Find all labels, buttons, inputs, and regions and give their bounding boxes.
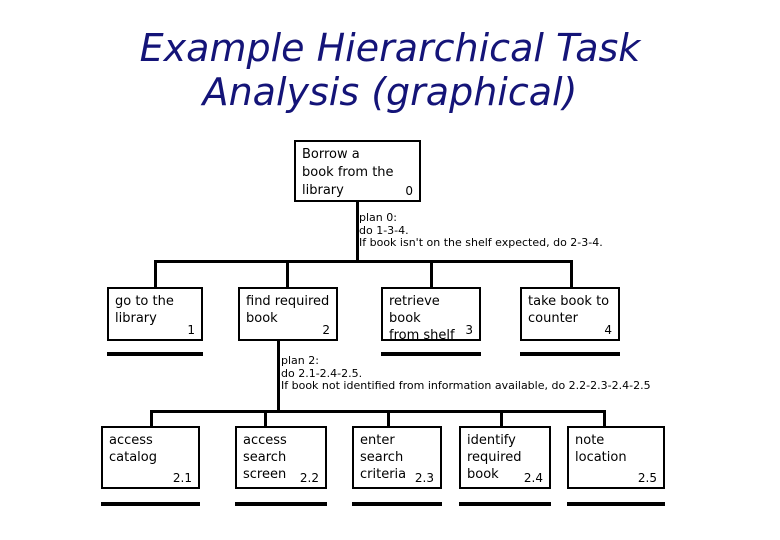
task-node-0[interactable]: Borrow a book from the library 0 xyxy=(294,140,421,202)
terminal-underline-node-2-3 xyxy=(352,502,442,506)
task-node-4[interactable]: take book to counter 4 xyxy=(520,287,620,341)
task-node-0-line-3: library xyxy=(302,183,344,198)
terminal-underline-node-2-1 xyxy=(101,502,200,506)
page-title-line-2: Analysis (graphical) xyxy=(202,70,578,114)
task-node-2-2[interactable]: access search screen 2.2 xyxy=(235,426,327,489)
task-node-2-4-number: 2.4 xyxy=(523,471,543,485)
task-node-2-line-1: find required xyxy=(246,294,330,309)
task-node-2-line-2: book xyxy=(246,311,278,326)
task-node-0-line-1: Borrow a xyxy=(302,147,360,162)
task-node-4-number: 4 xyxy=(604,323,612,337)
connector-drop-node-2-5 xyxy=(603,410,606,427)
task-node-2-4[interactable]: identify required book 2.4 xyxy=(459,426,551,489)
connector-drop-node-1 xyxy=(154,260,157,287)
task-node-1-line-2: library xyxy=(115,311,157,326)
connector-level2-bus xyxy=(150,410,606,413)
task-node-2[interactable]: find required book 2 xyxy=(238,287,338,341)
plan-0-line-1: plan 0: xyxy=(359,211,397,224)
task-node-1[interactable]: go to the library 1 xyxy=(107,287,203,341)
task-node-2-1-number: 2.1 xyxy=(172,471,192,485)
plan-2-line-3: If book not identified from information … xyxy=(281,379,651,392)
task-node-3-line-2: from shelf xyxy=(389,328,455,343)
task-node-2-5-line-1: note xyxy=(575,433,605,448)
task-node-2-5[interactable]: note location 2.5 xyxy=(567,426,665,489)
task-node-2-4-line-2: required xyxy=(467,450,522,465)
connector-drop-node-3 xyxy=(430,260,433,287)
plan-2-annotation: plan 2: do 2.1-2.4-2.5. If book not iden… xyxy=(281,354,651,393)
task-node-3[interactable]: retrieve book from shelf 3 xyxy=(381,287,481,343)
task-node-2-3-line-1: enter xyxy=(360,433,395,448)
connector-drop-node-2-2 xyxy=(264,410,267,427)
task-node-1-line-1: go to the xyxy=(115,294,174,309)
connector-drop-node-2 xyxy=(286,260,289,287)
connector-node-2-stem xyxy=(277,341,280,413)
task-node-4-line-2: counter xyxy=(528,311,579,326)
plan-2-line-1: plan 2: xyxy=(281,354,319,367)
connector-drop-node-2-1 xyxy=(150,410,153,427)
task-node-2-2-line-2: search xyxy=(243,450,287,465)
task-node-2-2-number: 2.2 xyxy=(299,471,319,485)
task-node-2-4-line-1: identify xyxy=(467,433,516,448)
page-title: Example Hierarchical Task Analysis (grap… xyxy=(0,26,780,114)
connector-drop-node-2-4 xyxy=(500,410,503,427)
task-node-3-line-1: retrieve book xyxy=(389,294,440,326)
diagram-canvas: Example Hierarchical Task Analysis (grap… xyxy=(0,0,780,540)
task-node-2-1-line-1: access xyxy=(109,433,153,448)
task-node-2-3[interactable]: enter search criteria 2.3 xyxy=(352,426,442,489)
plan-0-line-3: If book isn't on the shelf expected, do … xyxy=(359,236,603,249)
task-node-0-number: 0 xyxy=(405,184,413,198)
task-node-2-2-line-1: access xyxy=(243,433,287,448)
task-node-4-line-1: take book to xyxy=(528,294,610,309)
task-node-2-3-line-2: search xyxy=(360,450,404,465)
connector-drop-node-4 xyxy=(570,260,573,287)
task-node-0-line-2: book from the xyxy=(302,165,394,180)
task-node-3-number: 3 xyxy=(465,323,473,337)
task-node-2-1-line-2: catalog xyxy=(109,450,157,465)
terminal-underline-node-1 xyxy=(107,352,203,356)
task-node-2-1[interactable]: access catalog 2.1 xyxy=(101,426,200,489)
terminal-underline-node-2-4 xyxy=(459,502,551,506)
task-node-2-5-number: 2.5 xyxy=(637,471,657,485)
task-node-2-3-number: 2.3 xyxy=(414,471,434,485)
page-title-line-1: Example Hierarchical Task xyxy=(139,26,641,70)
terminal-underline-node-2-5 xyxy=(567,502,665,506)
connector-level1-bus xyxy=(154,260,573,263)
task-node-1-number: 1 xyxy=(187,323,195,337)
task-node-2-5-line-2: location xyxy=(575,450,627,465)
task-node-2-number: 2 xyxy=(322,323,330,337)
connector-drop-node-2-3 xyxy=(387,410,390,427)
plan-0-annotation: plan 0: do 1-3-4. If book isn't on the s… xyxy=(359,211,603,250)
terminal-underline-node-2-2 xyxy=(235,502,327,506)
